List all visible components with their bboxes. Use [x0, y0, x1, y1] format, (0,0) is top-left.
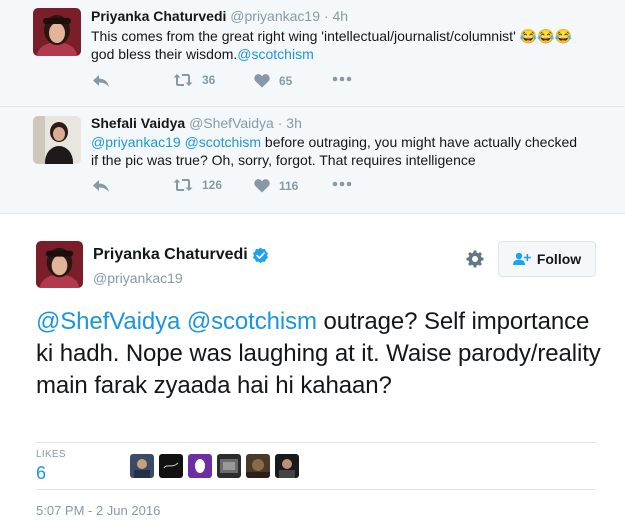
retweet-icon — [173, 179, 193, 191]
liker-avatar[interactable] — [188, 454, 212, 478]
mention-link[interactable]: @scotchism — [187, 308, 317, 335]
divider — [36, 442, 596, 443]
mention-link[interactable]: @scotchism — [185, 134, 261, 150]
like-button[interactable]: 65 — [254, 73, 292, 88]
verified-icon — [252, 247, 268, 263]
retweet-button[interactable]: 126 — [173, 178, 222, 192]
mention-link[interactable]: @ShefVaidya — [36, 308, 180, 335]
settings-button[interactable] — [466, 250, 484, 273]
author-name-row[interactable]: Priyanka Chaturvedi — [93, 246, 269, 264]
heart-icon — [254, 74, 270, 88]
text-plain: before outraging, you might have actuall… — [261, 134, 578, 150]
text-plain: god bless their wisdom. — [91, 46, 238, 62]
follow-icon — [512, 252, 531, 265]
tweet-text: This comes from the great right wing 'in… — [91, 27, 611, 63]
likers-avatars — [130, 454, 304, 478]
tweet-actions: 126 116 — [91, 178, 391, 198]
tweet-text-line: god bless their wisdom.@scotchism — [91, 45, 611, 63]
liker-avatar[interactable] — [159, 454, 183, 478]
separator: · — [277, 115, 283, 131]
more-icon — [332, 76, 352, 82]
like-button[interactable]: 116 — [254, 178, 298, 193]
retweet-count: 126 — [202, 178, 223, 192]
tweet-time[interactable]: 3h — [286, 115, 302, 131]
tweet-header: Shefali Vaidya @ShefVaidya · 3h — [91, 115, 302, 131]
more-button[interactable] — [332, 76, 352, 82]
likes-label: LIKES — [36, 449, 66, 460]
thread-tweet[interactable]: Shefali Vaidya @ShefVaidya · 3h @priyank… — [0, 107, 625, 213]
more-icon — [332, 181, 352, 187]
separator: · — [323, 8, 329, 24]
tweet-text-line: @priyankac19 @scotchism before outraging… — [91, 133, 611, 151]
tweet-time[interactable]: 4h — [332, 8, 348, 24]
author-handle[interactable]: @priyankac19 — [230, 8, 320, 24]
author-name[interactable]: Shefali Vaidya — [91, 115, 185, 131]
author-handle[interactable]: @ShefVaidya — [189, 115, 274, 131]
reply-icon — [93, 180, 109, 192]
like-count: 65 — [279, 73, 293, 88]
divider — [36, 489, 596, 490]
tweet-text-line: This comes from the great right wing 'in… — [91, 28, 572, 44]
author-name[interactable]: Priyanka Chaturvedi — [91, 8, 226, 24]
gear-icon — [466, 250, 484, 268]
heart-icon — [254, 179, 270, 193]
tweet-text-line: if the pic was true? Oh, sorry, forgot. … — [91, 152, 476, 168]
more-button[interactable] — [332, 181, 352, 187]
tweet-header: Priyanka Chaturvedi @priyankac19 · 4h — [91, 8, 348, 24]
likes-count[interactable]: 6 — [36, 463, 46, 484]
liker-avatar[interactable] — [217, 454, 241, 478]
like-count: 116 — [279, 178, 299, 193]
follow-label: Follow — [536, 251, 582, 267]
tweet-actions: 36 65 — [91, 73, 391, 93]
avatar[interactable] — [33, 8, 81, 56]
reply-icon — [93, 75, 109, 87]
tweet-text: @ShefVaidya @scotchism outrage? Self imp… — [36, 306, 606, 402]
tweet-timestamp[interactable]: 5:07 PM - 2 Jun 2016 — [36, 503, 160, 518]
permalink-tweet: Priyanka Chaturvedi @priyankac19 Follow … — [0, 213, 625, 524]
avatar[interactable] — [33, 116, 81, 164]
conversation-thread: Priyanka Chaturvedi @priyankac19 · 4h Th… — [0, 0, 625, 213]
retweet-count: 36 — [202, 73, 216, 87]
follow-button[interactable]: Follow — [498, 241, 596, 277]
tweet-text: @priyankac19 @scotchism before outraging… — [91, 133, 611, 169]
mention-link[interactable]: @scotchism — [237, 46, 313, 62]
avatar[interactable] — [36, 241, 83, 288]
reply-button[interactable] — [92, 178, 110, 194]
liker-avatar[interactable] — [246, 454, 270, 478]
mention-link[interactable]: @priyankac19 — [91, 134, 181, 150]
author-name[interactable]: Priyanka Chaturvedi — [93, 246, 248, 264]
author-handle[interactable]: @priyankac19 — [93, 270, 183, 286]
thread-tweet[interactable]: Priyanka Chaturvedi @priyankac19 · 4h Th… — [0, 0, 625, 107]
liker-avatar[interactable] — [275, 454, 299, 478]
retweet-icon — [173, 74, 193, 86]
reply-button[interactable] — [92, 73, 110, 89]
retweet-button[interactable]: 36 — [173, 73, 215, 87]
liker-avatar[interactable] — [130, 454, 154, 478]
